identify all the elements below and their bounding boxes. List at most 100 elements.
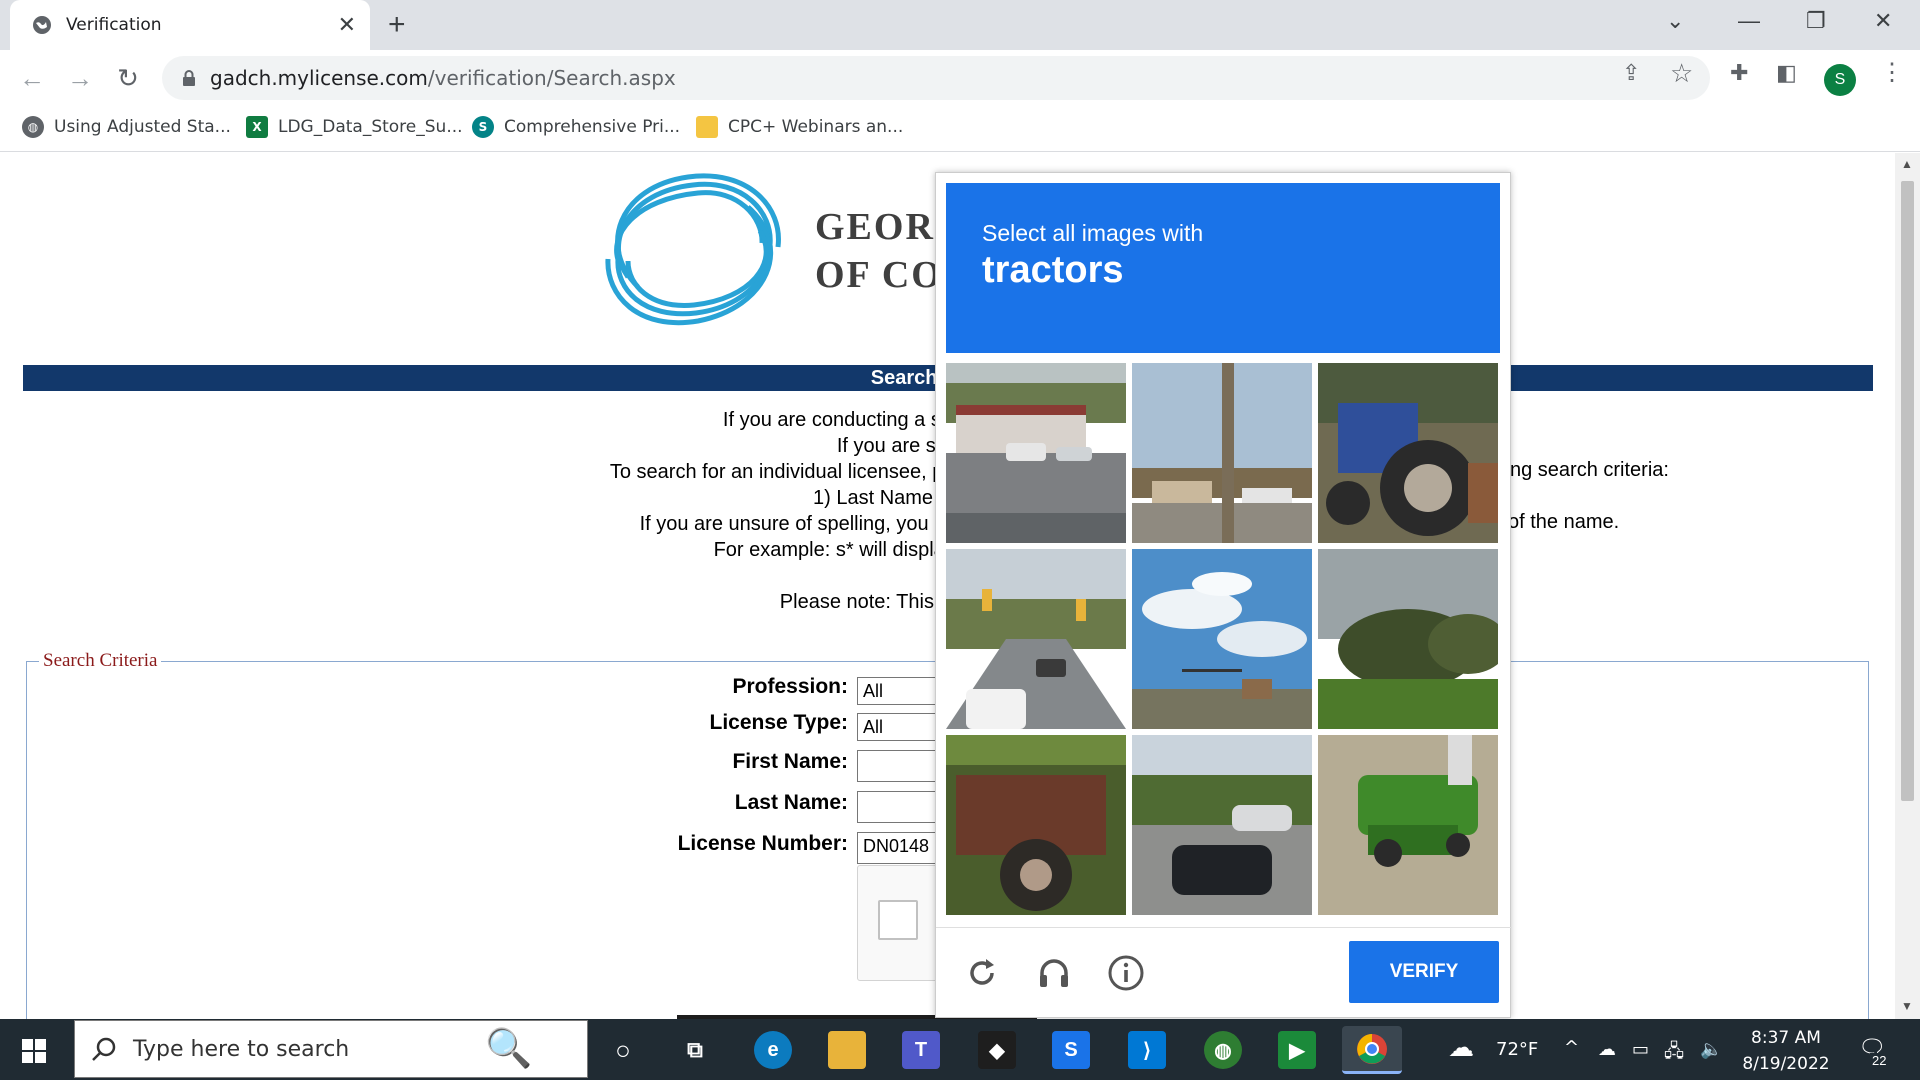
recaptcha-checkbox-widget	[857, 865, 947, 981]
clock-date: 8/19/2022	[1742, 1054, 1830, 1074]
tab-verification[interactable]: Verification ✕	[10, 0, 370, 50]
close-window-icon[interactable]: ✕	[1874, 8, 1892, 34]
sharepoint-icon: S	[472, 116, 494, 138]
image-challenge-dialog: Select all images with tractors VERIFY	[935, 172, 1512, 1018]
volume-icon[interactable]: 🔈	[1700, 1039, 1722, 1060]
task-view-icon[interactable]: ⧉	[676, 1031, 714, 1069]
git-app-icon[interactable]: ◆	[978, 1031, 1016, 1069]
network-icon[interactable]: 🖧	[1664, 1039, 1684, 1069]
challenge-tile-6[interactable]	[1318, 549, 1498, 729]
challenge-target: tractors	[982, 249, 1124, 291]
recaptcha-checkbox[interactable]	[878, 900, 918, 940]
bookmark-label: Using Adjusted Sta...	[54, 117, 231, 137]
windows-taskbar: Type here to search 🔍 ○ ⧉ e T ◆ S ⟩ ◍ ▶ …	[0, 1019, 1920, 1080]
chrome-taskbar-icon[interactable]	[1342, 1026, 1402, 1074]
last-name-label: Last Name:	[734, 791, 848, 814]
search-placeholder: Type here to search	[133, 1036, 350, 1062]
globe-icon: ◍	[22, 116, 44, 138]
scroll-down-icon[interactable]: ▼	[1901, 999, 1913, 1013]
clock-time: 8:37 AM	[1751, 1028, 1821, 1048]
first-name-input[interactable]	[857, 750, 937, 782]
challenge-instruction: Select all images with	[982, 220, 1204, 246]
address-bar[interactable]: gadch.mylicense.com/verification/Search.…	[162, 56, 1710, 100]
busy-road-image	[946, 549, 1126, 729]
challenge-tile-5[interactable]	[1132, 549, 1312, 729]
battery-icon[interactable]: ▭	[1632, 1039, 1649, 1060]
bookmark-label: CPC+ Webinars an...	[728, 117, 904, 137]
page-scrollbar[interactable]: ▲ ▼	[1895, 153, 1920, 1019]
profile-avatar[interactable]: S	[1824, 64, 1856, 96]
back-icon[interactable]: ←	[16, 62, 48, 94]
restore-icon[interactable]: ❐	[1806, 8, 1826, 34]
bookmark-label: Comprehensive Pri...	[504, 117, 681, 137]
bookmark-item[interactable]: CPC+ Webinars an...	[696, 116, 903, 138]
weather-temp[interactable]: 72°F	[1496, 1039, 1538, 1060]
bookmark-star-icon[interactable]: ☆	[1670, 58, 1693, 89]
weather-cloud-icon[interactable]: ☁	[1448, 1033, 1474, 1063]
minimize-icon[interactable]: —	[1738, 8, 1760, 34]
windows-start-icon[interactable]	[22, 1039, 46, 1063]
media-app-icon[interactable]: ▶	[1278, 1031, 1316, 1069]
challenge-header: Select all images with tractors	[946, 183, 1500, 353]
reload-icon[interactable]: ↻	[112, 62, 144, 94]
s-app-icon[interactable]: S	[1052, 1031, 1090, 1069]
tab-search-icon[interactable]: ⌄	[1666, 8, 1684, 34]
verify-button[interactable]: VERIFY	[1349, 941, 1499, 1003]
license-number-label: License Number:	[677, 832, 848, 855]
scroll-thumb[interactable]	[1901, 181, 1914, 801]
challenge-tile-2[interactable]	[1132, 363, 1312, 543]
side-panel-icon[interactable]: ◧	[1776, 60, 1797, 86]
new-tab-icon[interactable]: +	[388, 8, 406, 42]
audio-challenge-icon[interactable]	[1030, 949, 1078, 997]
info-icon[interactable]	[1102, 949, 1150, 997]
trees-field-image	[1318, 549, 1498, 729]
green-mower-image	[1318, 735, 1498, 915]
license-type-select[interactable]: All	[857, 713, 937, 741]
challenge-tile-7[interactable]	[946, 735, 1126, 915]
bookmark-item[interactable]: S Comprehensive Pri...	[472, 116, 680, 138]
search-criteria-legend: Search Criteria	[43, 650, 158, 671]
challenge-tile-1[interactable]	[946, 363, 1126, 543]
edge-icon[interactable]: e	[754, 1031, 792, 1069]
profession-select[interactable]: All	[857, 677, 937, 705]
tab-title: Verification	[66, 15, 162, 35]
profession-label: Profession:	[732, 675, 848, 698]
challenge-footer-divider	[936, 927, 1512, 928]
sky-intersection-image	[1132, 549, 1312, 729]
last-name-input[interactable]	[857, 791, 937, 823]
org-name-line1: GEOR	[815, 206, 935, 248]
org-name: GEOR OF CO	[815, 203, 943, 299]
storefront-image	[946, 363, 1126, 543]
challenge-tile-8[interactable]	[1132, 735, 1312, 915]
reload-challenge-icon[interactable]	[958, 949, 1006, 997]
clock[interactable]: 8:37 AM 8/19/2022	[1734, 1025, 1838, 1077]
challenge-tile-4[interactable]	[946, 549, 1126, 729]
globe-icon	[33, 16, 51, 34]
license-number-input[interactable]: DN0148	[857, 832, 937, 864]
menu-kebab-icon[interactable]: ⋮	[1880, 58, 1904, 87]
scroll-up-icon[interactable]: ▲	[1901, 157, 1913, 171]
file-explorer-icon[interactable]	[828, 1031, 866, 1069]
teams-icon[interactable]: T	[902, 1031, 940, 1069]
vscode-icon[interactable]: ⟩	[1128, 1031, 1166, 1069]
extensions-icon[interactable]: ✚	[1730, 60, 1748, 86]
challenge-tile-3[interactable]	[1318, 363, 1498, 543]
taskbar-search-box[interactable]: Type here to search 🔍	[74, 1020, 588, 1078]
intro-right-2: of the name.	[1508, 511, 1620, 533]
search-highlight-icon: 🔍	[485, 1028, 533, 1070]
close-tab-icon[interactable]: ✕	[338, 12, 356, 38]
bookmark-item[interactable]: X LDG_Data_Store_Su...	[246, 116, 463, 138]
globe-app-icon[interactable]: ◍	[1204, 1031, 1242, 1069]
folder-icon	[696, 116, 718, 138]
url-text: gadch.mylicense.com/verification/Search.…	[210, 66, 676, 90]
lock-icon	[183, 70, 195, 86]
forward-icon[interactable]: →	[64, 62, 96, 94]
onedrive-icon[interactable]: ☁	[1598, 1039, 1616, 1060]
bookmark-item[interactable]: ◍ Using Adjusted Sta...	[22, 116, 231, 138]
cortana-icon[interactable]: ○	[604, 1031, 642, 1069]
org-name-line2: OF CO	[815, 254, 943, 296]
rusty-machine-image	[946, 735, 1126, 915]
tray-chevron-icon[interactable]: ^	[1564, 1037, 1579, 1058]
share-icon[interactable]: ⇪	[1622, 60, 1640, 86]
challenge-tile-9[interactable]	[1318, 735, 1498, 915]
